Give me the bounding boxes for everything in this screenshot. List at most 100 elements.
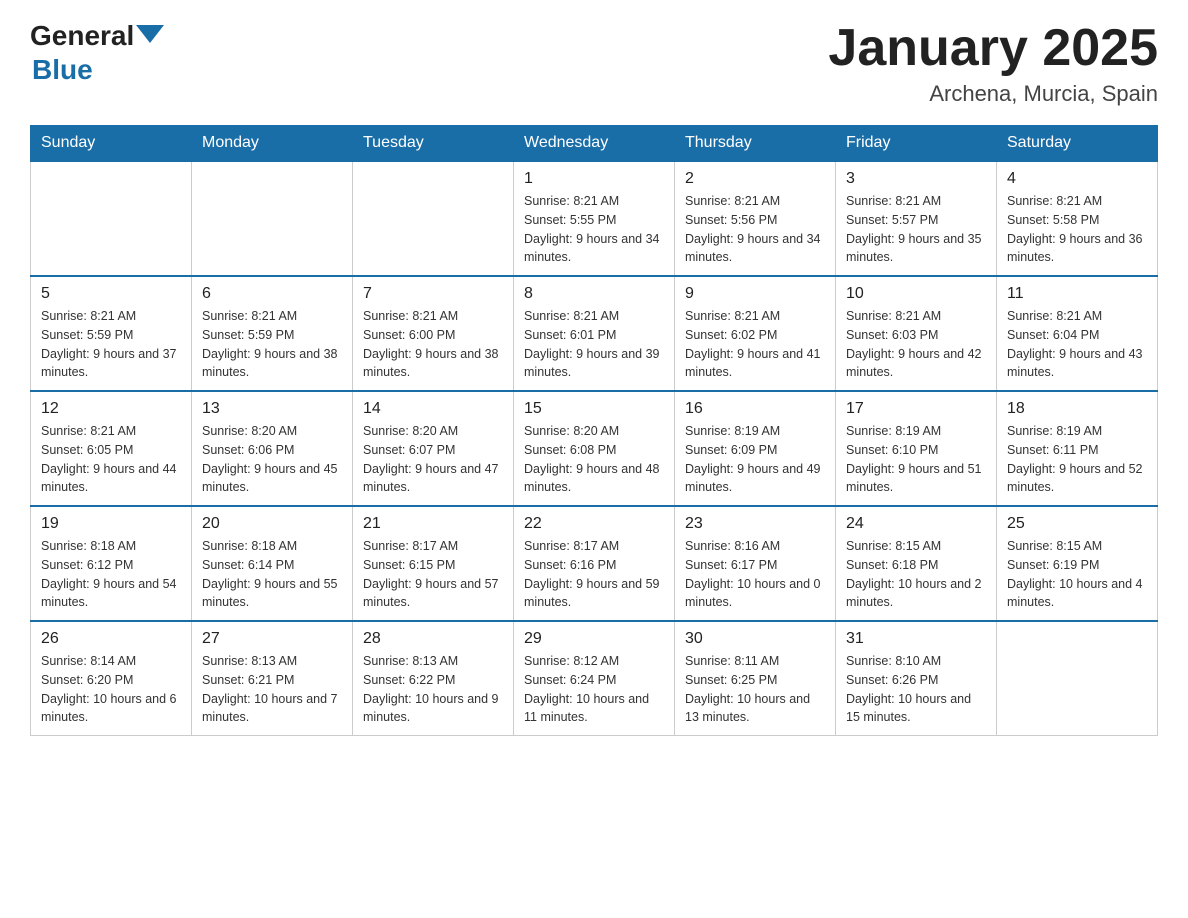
day-info: Sunrise: 8:14 AM Sunset: 6:20 PM Dayligh… <box>41 652 181 727</box>
day-info: Sunrise: 8:20 AM Sunset: 6:06 PM Dayligh… <box>202 422 342 497</box>
day-cell: 5Sunrise: 8:21 AM Sunset: 5:59 PM Daylig… <box>31 276 192 391</box>
day-cell: 25Sunrise: 8:15 AM Sunset: 6:19 PM Dayli… <box>997 506 1158 621</box>
day-number: 16 <box>685 400 825 418</box>
logo-triangle-icon <box>136 25 164 43</box>
day-cell: 7 Sunrise: 8:21 AM Sunset: 6:00 PM Daylig… <box>353 276 514 391</box>
day-cell: 15 Sunrise: 8:20 AM Sunset: 6:08 PM Dayli… <box>514 391 675 506</box>
day-cell: 13 Sunrise: 8:20 AM Sunset: 6:06 PM Dayli… <box>192 391 353 506</box>
day-cell: 24 Sunrise: 8:15 AM Sunset: 6:18 PM Dayli… <box>836 506 997 621</box>
day-cell <box>192 161 353 276</box>
day-number: 20 <box>202 515 342 533</box>
day-info: Sunrise: 8:20 AM Sunset: 6:07 PM Dayligh… <box>363 422 503 497</box>
day-info: Sunrise: 8:15 AM Sunset: 6:18 PM Dayligh… <box>846 537 986 612</box>
day-number: 29 <box>524 630 664 648</box>
header-cell-friday: Friday <box>836 126 997 162</box>
day-cell: 4 Sunrise: 8:21 AM Sunset: 5:58 PM Daylig… <box>997 161 1158 276</box>
day-number: 30 <box>685 630 825 648</box>
day-number: 24 <box>846 515 986 533</box>
week-row-1: 1Sunrise: 8:21 AM Sunset: 5:55 PM Daylig… <box>31 161 1158 276</box>
day-number: 4 <box>1007 170 1147 188</box>
day-number: 17 <box>846 400 986 418</box>
day-info: Sunrise: 8:20 AM Sunset: 6:08 PM Dayligh… <box>524 422 664 497</box>
day-cell: 9Sunrise: 8:21 AM Sunset: 6:02 PM Daylig… <box>675 276 836 391</box>
calendar-title: January 2025 <box>828 20 1158 77</box>
day-number: 7 <box>363 285 503 303</box>
calendar-header: SundayMondayTuesdayWednesdayThursdayFrid… <box>31 126 1158 162</box>
day-cell <box>31 161 192 276</box>
day-number: 2 <box>685 170 825 188</box>
day-info: Sunrise: 8:21 AM Sunset: 5:55 PM Dayligh… <box>524 192 664 267</box>
day-number: 22 <box>524 515 664 533</box>
logo-general-text: General <box>30 20 134 52</box>
header-cell-thursday: Thursday <box>675 126 836 162</box>
header-cell-monday: Monday <box>192 126 353 162</box>
day-number: 15 <box>524 400 664 418</box>
day-info: Sunrise: 8:17 AM Sunset: 6:16 PM Dayligh… <box>524 537 664 612</box>
week-row-2: 5Sunrise: 8:21 AM Sunset: 5:59 PM Daylig… <box>31 276 1158 391</box>
logo: General Blue <box>30 20 164 86</box>
day-number: 10 <box>846 285 986 303</box>
day-cell: 22 Sunrise: 8:17 AM Sunset: 6:16 PM Dayli… <box>514 506 675 621</box>
title-block: January 2025 Archena, Murcia, Spain <box>828 20 1158 107</box>
day-cell: 10 Sunrise: 8:21 AM Sunset: 6:03 PM Dayli… <box>836 276 997 391</box>
day-info: Sunrise: 8:21 AM Sunset: 6:00 PM Dayligh… <box>363 307 503 382</box>
day-cell: 21Sunrise: 8:17 AM Sunset: 6:15 PM Dayli… <box>353 506 514 621</box>
day-info: Sunrise: 8:19 AM Sunset: 6:11 PM Dayligh… <box>1007 422 1147 497</box>
logo-row1: General <box>30 20 164 52</box>
header-row: SundayMondayTuesdayWednesdayThursdayFrid… <box>31 126 1158 162</box>
day-cell: 16Sunrise: 8:19 AM Sunset: 6:09 PM Dayli… <box>675 391 836 506</box>
calendar-table: SundayMondayTuesdayWednesdayThursdayFrid… <box>30 125 1158 736</box>
day-number: 11 <box>1007 285 1147 303</box>
day-cell: 27Sunrise: 8:13 AM Sunset: 6:21 PM Dayli… <box>192 621 353 736</box>
header-cell-sunday: Sunday <box>31 126 192 162</box>
day-cell: 23 Sunrise: 8:16 AM Sunset: 6:17 PM Dayli… <box>675 506 836 621</box>
day-info: Sunrise: 8:19 AM Sunset: 6:10 PM Dayligh… <box>846 422 986 497</box>
day-info: Sunrise: 8:16 AM Sunset: 6:17 PM Dayligh… <box>685 537 825 612</box>
day-cell: 12 Sunrise: 8:21 AM Sunset: 6:05 PM Dayli… <box>31 391 192 506</box>
day-number: 26 <box>41 630 181 648</box>
day-info: Sunrise: 8:21 AM Sunset: 5:59 PM Dayligh… <box>202 307 342 382</box>
day-cell: 29 Sunrise: 8:12 AM Sunset: 6:24 PM Dayli… <box>514 621 675 736</box>
week-row-5: 26 Sunrise: 8:14 AM Sunset: 6:20 PM Dayli… <box>31 621 1158 736</box>
day-cell: 18 Sunrise: 8:19 AM Sunset: 6:11 PM Dayli… <box>997 391 1158 506</box>
header-cell-wednesday: Wednesday <box>514 126 675 162</box>
day-number: 18 <box>1007 400 1147 418</box>
day-cell: 17 Sunrise: 8:19 AM Sunset: 6:10 PM Dayli… <box>836 391 997 506</box>
day-number: 9 <box>685 285 825 303</box>
day-info: Sunrise: 8:21 AM Sunset: 6:03 PM Dayligh… <box>846 307 986 382</box>
day-number: 12 <box>41 400 181 418</box>
header-cell-saturday: Saturday <box>997 126 1158 162</box>
day-info: Sunrise: 8:21 AM Sunset: 6:04 PM Dayligh… <box>1007 307 1147 382</box>
day-number: 28 <box>363 630 503 648</box>
day-info: Sunrise: 8:21 AM Sunset: 5:58 PM Dayligh… <box>1007 192 1147 267</box>
day-info: Sunrise: 8:21 AM Sunset: 6:01 PM Dayligh… <box>524 307 664 382</box>
day-info: Sunrise: 8:21 AM Sunset: 6:05 PM Dayligh… <box>41 422 181 497</box>
logo-blue-text: Blue <box>32 54 93 86</box>
day-cell: 6Sunrise: 8:21 AM Sunset: 5:59 PM Daylig… <box>192 276 353 391</box>
calendar-body: 1Sunrise: 8:21 AM Sunset: 5:55 PM Daylig… <box>31 161 1158 736</box>
day-number: 3 <box>846 170 986 188</box>
day-info: Sunrise: 8:18 AM Sunset: 6:14 PM Dayligh… <box>202 537 342 612</box>
day-cell: 8Sunrise: 8:21 AM Sunset: 6:01 PM Daylig… <box>514 276 675 391</box>
day-number: 31 <box>846 630 986 648</box>
day-info: Sunrise: 8:13 AM Sunset: 6:21 PM Dayligh… <box>202 652 342 727</box>
page-header: General Blue January 2025 Archena, Murci… <box>30 20 1158 107</box>
day-cell: 11 Sunrise: 8:21 AM Sunset: 6:04 PM Dayli… <box>997 276 1158 391</box>
day-cell: 19Sunrise: 8:18 AM Sunset: 6:12 PM Dayli… <box>31 506 192 621</box>
calendar-location: Archena, Murcia, Spain <box>828 81 1158 107</box>
day-cell: 2 Sunrise: 8:21 AM Sunset: 5:56 PM Daylig… <box>675 161 836 276</box>
day-info: Sunrise: 8:21 AM Sunset: 5:57 PM Dayligh… <box>846 192 986 267</box>
day-info: Sunrise: 8:12 AM Sunset: 6:24 PM Dayligh… <box>524 652 664 727</box>
day-number: 14 <box>363 400 503 418</box>
header-cell-tuesday: Tuesday <box>353 126 514 162</box>
day-cell: 30Sunrise: 8:11 AM Sunset: 6:25 PM Dayli… <box>675 621 836 736</box>
day-info: Sunrise: 8:15 AM Sunset: 6:19 PM Dayligh… <box>1007 537 1147 612</box>
day-info: Sunrise: 8:21 AM Sunset: 5:59 PM Dayligh… <box>41 307 181 382</box>
day-cell <box>353 161 514 276</box>
day-number: 23 <box>685 515 825 533</box>
day-cell: 28Sunrise: 8:13 AM Sunset: 6:22 PM Dayli… <box>353 621 514 736</box>
logo-row2: Blue <box>30 54 164 86</box>
day-info: Sunrise: 8:18 AM Sunset: 6:12 PM Dayligh… <box>41 537 181 612</box>
day-number: 13 <box>202 400 342 418</box>
day-info: Sunrise: 8:21 AM Sunset: 5:56 PM Dayligh… <box>685 192 825 267</box>
